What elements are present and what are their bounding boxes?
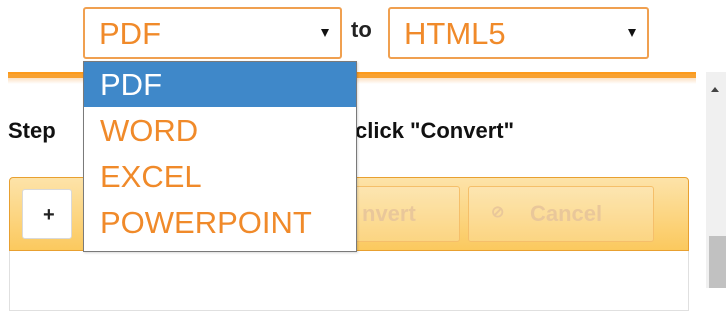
page-scrollbar[interactable] [706, 72, 726, 288]
source-format-value: PDF [99, 16, 161, 51]
cancel-button[interactable]: ⊘ Cancel [468, 186, 654, 242]
to-label: to [351, 17, 372, 42]
step-instruction: click "Convert" [355, 118, 515, 143]
convert-button-label: nvert [362, 201, 416, 226]
step-label: Step [8, 118, 56, 143]
target-format-select[interactable]: HTML5 [388, 7, 649, 59]
format-option-powerpoint[interactable]: POWERPOINT [84, 200, 356, 245]
source-format-dropdown[interactable]: PDF WORD EXCEL POWERPOINT [83, 61, 357, 252]
dropdown-arrow-icon [628, 29, 636, 37]
cancel-button-label: Cancel [530, 201, 603, 226]
target-format-value: HTML5 [404, 16, 506, 51]
source-format-select[interactable]: PDF [83, 7, 342, 59]
dropdown-arrow-icon [321, 29, 329, 37]
format-option-excel[interactable]: EXCEL [84, 154, 356, 199]
format-option-pdf[interactable]: PDF [84, 62, 356, 107]
convert-button[interactable]: nvert [347, 186, 460, 242]
plus-icon: + [43, 204, 55, 226]
scroll-up-arrow-icon[interactable] [711, 87, 719, 92]
cancel-icon: ⊘ [491, 204, 505, 221]
scroll-thumb[interactable] [709, 236, 726, 288]
format-option-word[interactable]: WORD [84, 108, 356, 153]
add-files-button[interactable]: + [22, 189, 72, 239]
file-list-area [9, 251, 689, 311]
